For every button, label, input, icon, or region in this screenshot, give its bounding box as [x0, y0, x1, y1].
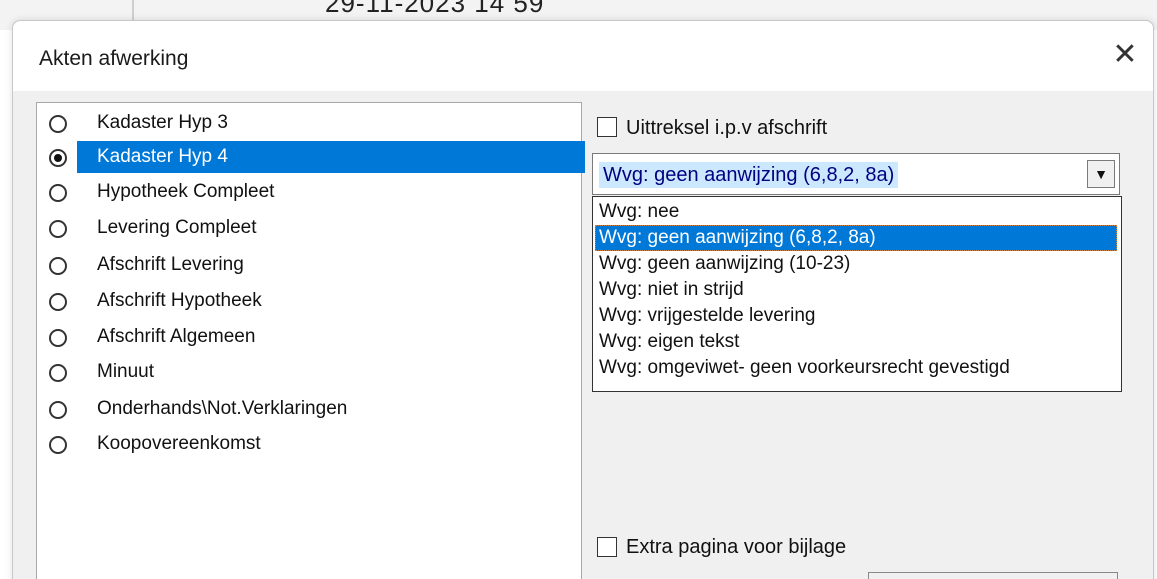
background-timestamp: 29-11-2023 14 59 [325, 0, 545, 18]
dropdown-option[interactable]: Wvg: vrijgestelde levering [595, 303, 1117, 329]
wvg-combobox[interactable]: Wvg: geen aanwijzing (6,8,2, 8a) ▼ [592, 153, 1120, 195]
dialog-title: Akten afwerking [39, 47, 189, 70]
radio-button[interactable] [49, 293, 67, 311]
dialog-titlebar: Akten afwerking ✕ [13, 21, 1153, 91]
akte-type-list: Kadaster Hyp 3 Kadaster Hyp 4 Hypotheek … [36, 102, 585, 579]
uittreksel-label[interactable]: Uittreksel i.p.v afschrift [626, 117, 827, 140]
list-item-label: Kadaster Hyp 3 [97, 112, 228, 133]
list-item-minuut[interactable]: Minuut [37, 356, 581, 390]
list-item-label: Koopovereenkomst [97, 433, 261, 454]
dropdown-option[interactable]: Wvg: niet in strijd [595, 277, 1117, 303]
list-item-label: Afschrift Algemeen [97, 326, 256, 347]
radio-button[interactable] [49, 329, 67, 347]
partial-control[interactable] [868, 572, 1118, 579]
dropdown-option[interactable]: Wvg: geen aanwijzing (10-23) [595, 251, 1117, 277]
list-item-hypotheek-compleet[interactable]: Hypotheek Compleet [37, 176, 581, 210]
dropdown-option[interactable]: Wvg: nee [595, 199, 1117, 225]
list-item-label: Levering Compleet [97, 217, 257, 238]
dropdown-option[interactable]: Wvg: omgeviwet- geen voorkeursrecht geve… [595, 355, 1117, 381]
dropdown-option-selected[interactable]: Wvg: geen aanwijzing (6,8,2, 8a) [595, 225, 1117, 251]
combobox-value: Wvg: geen aanwijzing (6,8,2, 8a) [599, 162, 899, 188]
list-item-label: Hypotheek Compleet [97, 181, 275, 202]
radio-button[interactable] [49, 401, 67, 419]
list-item-label: Minuut [97, 361, 155, 382]
radio-button[interactable] [49, 257, 67, 275]
list-item-afschrift-levering[interactable]: Afschrift Levering [37, 249, 581, 283]
chevron-down-icon[interactable]: ▼ [1087, 160, 1115, 188]
list-item-label: Kadaster Hyp 4 [77, 141, 585, 173]
wvg-dropdown-list: Wvg: nee Wvg: geen aanwijzing (6,8,2, 8a… [592, 196, 1122, 392]
list-item-afschrift-hypotheek[interactable]: Afschrift Hypotheek [37, 285, 581, 319]
radio-button[interactable] [49, 184, 67, 202]
list-item-kadaster-hyp-3[interactable]: Kadaster Hyp 3 [37, 107, 581, 141]
radio-button[interactable] [49, 436, 67, 454]
list-item-levering-compleet[interactable]: Levering Compleet [37, 212, 581, 246]
list-item-afschrift-algemeen[interactable]: Afschrift Algemeen [37, 321, 581, 355]
radio-button[interactable] [49, 220, 67, 238]
list-item-label: Afschrift Levering [97, 254, 244, 275]
list-item-kadaster-hyp-4[interactable]: Kadaster Hyp 4 [37, 141, 585, 175]
radio-button[interactable] [49, 364, 67, 382]
list-item-label: Onderhands\Not.Verklaringen [97, 398, 348, 419]
radio-button-selected[interactable] [49, 149, 67, 167]
screen: 29-11-2023 14 59 Akten afwerking ✕ Kadas… [0, 0, 1157, 579]
list-item-koopovereenkomst[interactable]: Koopovereenkomst [37, 428, 581, 462]
list-item-onderhands[interactable]: Onderhands\Not.Verklaringen [37, 393, 581, 427]
uittreksel-checkbox[interactable] [597, 117, 617, 137]
dropdown-option[interactable]: Wvg: eigen tekst [595, 329, 1117, 355]
extra-pagina-checkbox[interactable] [597, 537, 617, 557]
list-item-label: Afschrift Hypotheek [97, 290, 262, 311]
radio-button[interactable] [49, 115, 67, 133]
close-icon[interactable]: ✕ [1107, 35, 1143, 75]
background-divider [132, 0, 134, 22]
extra-pagina-label[interactable]: Extra pagina voor bijlage [626, 536, 846, 559]
